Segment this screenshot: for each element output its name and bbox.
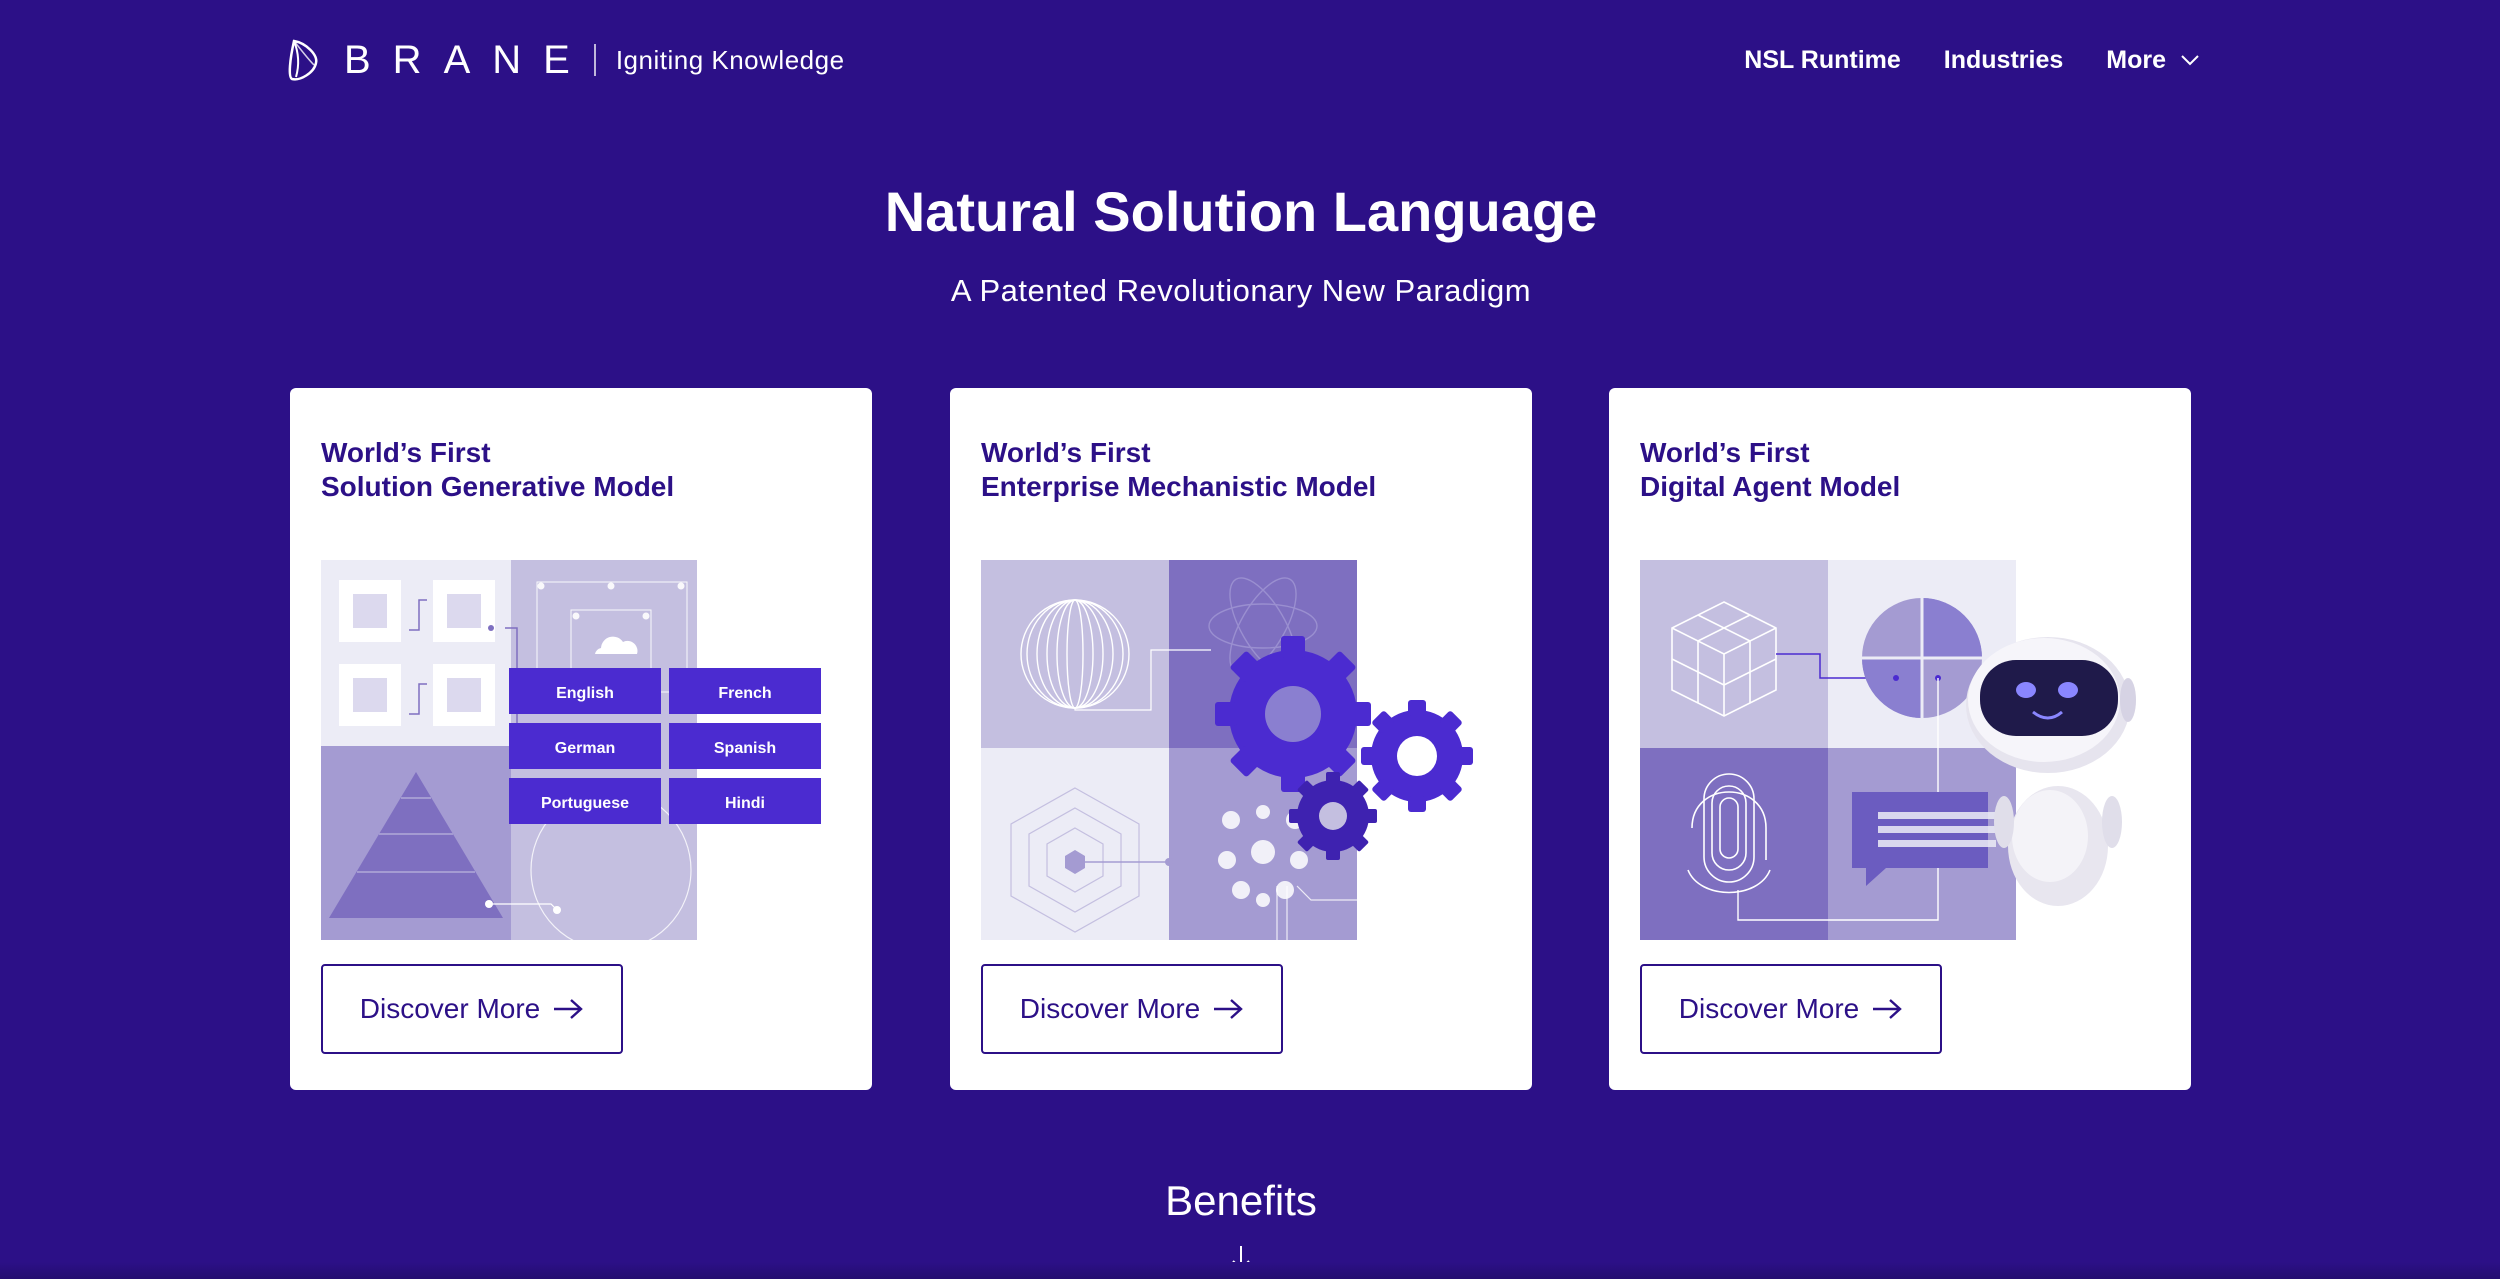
card-enterprise-mechanistic-model: World’s First Enterprise Mechanistic Mod… bbox=[950, 388, 1532, 1090]
card-title-line2: Digital Agent Model bbox=[1640, 471, 1901, 502]
brane-logo-icon bbox=[288, 39, 318, 81]
tile-bottom-left bbox=[981, 748, 1169, 940]
solution-generative-illustration: English French German Spanish Portuguese… bbox=[321, 560, 841, 951]
card-title: World’s First Solution Generative Model bbox=[321, 436, 674, 504]
nav-industries-label: Industries bbox=[1943, 46, 2064, 74]
language-chip-label: German bbox=[555, 740, 615, 757]
language-chip-label: Portuguese bbox=[541, 795, 629, 812]
tile-top-left bbox=[981, 560, 1169, 748]
nav-nsl-runtime[interactable]: NSL Runtime bbox=[1744, 40, 1901, 80]
card-title: World’s First Digital Agent Model bbox=[1640, 436, 1900, 504]
segmented-sphere-icon bbox=[1862, 598, 1982, 718]
site-header: BRANE Igniting Knowledge NSL Runtime Ind… bbox=[0, 0, 2500, 120]
nav-industries[interactable]: Industries bbox=[1944, 40, 2063, 80]
card-digital-agent-model: World’s First Digital Agent Model Discov… bbox=[1609, 388, 2191, 1090]
digital-agent-illustration bbox=[1640, 560, 2160, 940]
logo-divider bbox=[593, 44, 596, 76]
language-chip-label: Hindi bbox=[725, 795, 765, 812]
discover-more-label: Discover More bbox=[359, 993, 541, 1024]
benefits-heading[interactable]: Benefits bbox=[0, 1174, 2482, 1228]
brand-name: BRANE bbox=[344, 38, 592, 82]
arrow-right-icon bbox=[1214, 999, 1244, 1019]
tile-bottom-right bbox=[511, 746, 697, 940]
nav-more-label: More bbox=[2106, 46, 2166, 74]
illustration-svg bbox=[981, 560, 1473, 940]
enterprise-mechanistic-illustration bbox=[981, 560, 1501, 940]
card-title-line1: World’s First bbox=[1640, 437, 1810, 468]
card-title-line1: World’s First bbox=[321, 437, 491, 468]
arrow-right-icon bbox=[1873, 999, 1903, 1019]
nav-more[interactable]: More bbox=[2106, 40, 2200, 80]
card-solution-generative-model: World’s First Solution Generative Model bbox=[290, 388, 872, 1090]
card-title-line1: World’s First bbox=[981, 437, 1151, 468]
discover-more-label: Discover More bbox=[1019, 993, 1201, 1024]
small-gear-icon bbox=[1289, 772, 1377, 860]
medium-gear-icon bbox=[1361, 700, 1473, 812]
language-chip-label: French bbox=[718, 685, 771, 702]
card-title-line2: Enterprise Mechanistic Model bbox=[981, 471, 1377, 502]
hero-title: Natural Solution Language bbox=[884, 180, 1598, 243]
large-gear-icon bbox=[1215, 636, 1371, 792]
hero-subtitle: A Patented Revolutionary New Paradigm bbox=[950, 273, 1532, 308]
chevron-down-icon bbox=[2181, 55, 2199, 66]
nav-nsl-runtime-label: NSL Runtime bbox=[1744, 46, 1901, 74]
discover-more-label: Discover More bbox=[1678, 993, 1860, 1024]
illustration-svg: English French German Spanish Portuguese… bbox=[321, 560, 821, 951]
arrow-right-icon bbox=[554, 999, 584, 1019]
card-title: World’s First Enterprise Mechanistic Mod… bbox=[981, 436, 1376, 504]
discover-more-button[interactable]: Discover More bbox=[981, 964, 1283, 1054]
discover-more-button[interactable]: Discover More bbox=[1640, 964, 1942, 1054]
brand-tagline: Igniting Knowledge bbox=[615, 45, 845, 75]
discover-more-button[interactable]: Discover More bbox=[321, 964, 623, 1054]
card-title-line2: Solution Generative Model bbox=[321, 471, 675, 502]
illustration-svg bbox=[1640, 560, 2136, 940]
language-chip-label: English bbox=[556, 685, 614, 702]
main-nav: NSL Runtime Industries More bbox=[1744, 40, 2200, 80]
next-section-edge bbox=[0, 1262, 2500, 1279]
language-chip-label: Spanish bbox=[714, 740, 776, 757]
tile-bottom-left bbox=[1640, 748, 1828, 940]
brand-logo[interactable]: BRANE Igniting Knowledge bbox=[286, 36, 845, 84]
